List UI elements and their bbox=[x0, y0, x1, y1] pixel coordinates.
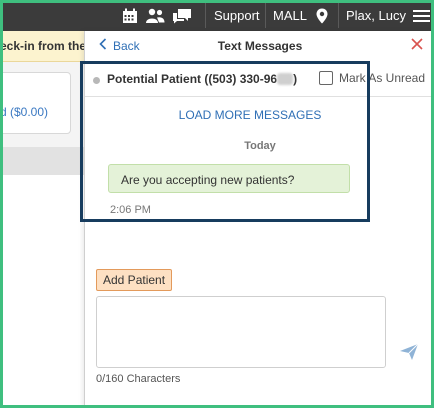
redacted-digits bbox=[277, 73, 294, 85]
chat-icon[interactable] bbox=[172, 0, 192, 31]
section-stripe bbox=[0, 147, 84, 175]
day-separator: Today bbox=[244, 140, 276, 152]
message-timestamp: 2:06 PM bbox=[110, 204, 151, 216]
topbar-divider bbox=[265, 3, 266, 28]
balance-card bbox=[0, 72, 71, 134]
close-icon[interactable] bbox=[411, 38, 423, 53]
add-patient-button[interactable]: Add Patient bbox=[96, 269, 173, 291]
background-content bbox=[0, 175, 84, 408]
checkin-banner: eck-in from their v bbox=[0, 31, 84, 62]
topbar-divider bbox=[205, 3, 206, 28]
location-pin-icon bbox=[316, 8, 328, 24]
hamburger-menu-icon bbox=[412, 9, 430, 23]
people-icon[interactable] bbox=[145, 0, 165, 31]
mark-unread-label: Mark As Unread bbox=[339, 71, 426, 85]
contact-name-text: Potential Patient ((503) 330-96 bbox=[107, 72, 278, 86]
calendar-icon[interactable] bbox=[122, 0, 138, 31]
mark-unread-checkbox[interactable] bbox=[319, 71, 333, 85]
mark-as-unread-toggle[interactable]: Mark As Unread bbox=[319, 71, 425, 85]
text-messages-panel: Back Text Messages Potential Patient ((5… bbox=[84, 31, 434, 408]
balance-amount: d ($0.00) bbox=[0, 105, 49, 119]
topbar-divider bbox=[338, 3, 339, 28]
top-navigation-bar: Support MALL Plax, Lucy bbox=[0, 0, 434, 31]
contact-name-suffix: ) bbox=[293, 72, 298, 86]
panel-header: Back Text Messages bbox=[85, 31, 434, 59]
send-icon[interactable] bbox=[399, 343, 419, 364]
conversation-header: Potential Patient ((503) 330-96) Mark As… bbox=[85, 67, 434, 97]
location-selector[interactable]: MALL bbox=[273, 0, 328, 31]
user-name: Plax, Lucy bbox=[346, 8, 406, 23]
message-bubble: Are you accepting new patients? bbox=[108, 164, 350, 193]
load-more-messages-link[interactable]: LOAD MORE MESSAGES bbox=[85, 108, 415, 122]
contact-name: Potential Patient ((503) 330-96) bbox=[107, 72, 297, 86]
checkin-banner-text: eck-in from their v bbox=[0, 39, 84, 53]
character-count: 0/160 Characters bbox=[96, 373, 181, 385]
support-link[interactable]: Support bbox=[214, 0, 260, 31]
status-dot bbox=[93, 77, 100, 84]
message-input[interactable] bbox=[96, 296, 386, 368]
location-label: MALL bbox=[273, 8, 307, 23]
panel-title: Text Messages bbox=[217, 39, 303, 53]
background-page: eck-in from their v d ($0.00) bbox=[0, 31, 84, 408]
user-menu[interactable]: Plax, Lucy bbox=[346, 0, 430, 31]
